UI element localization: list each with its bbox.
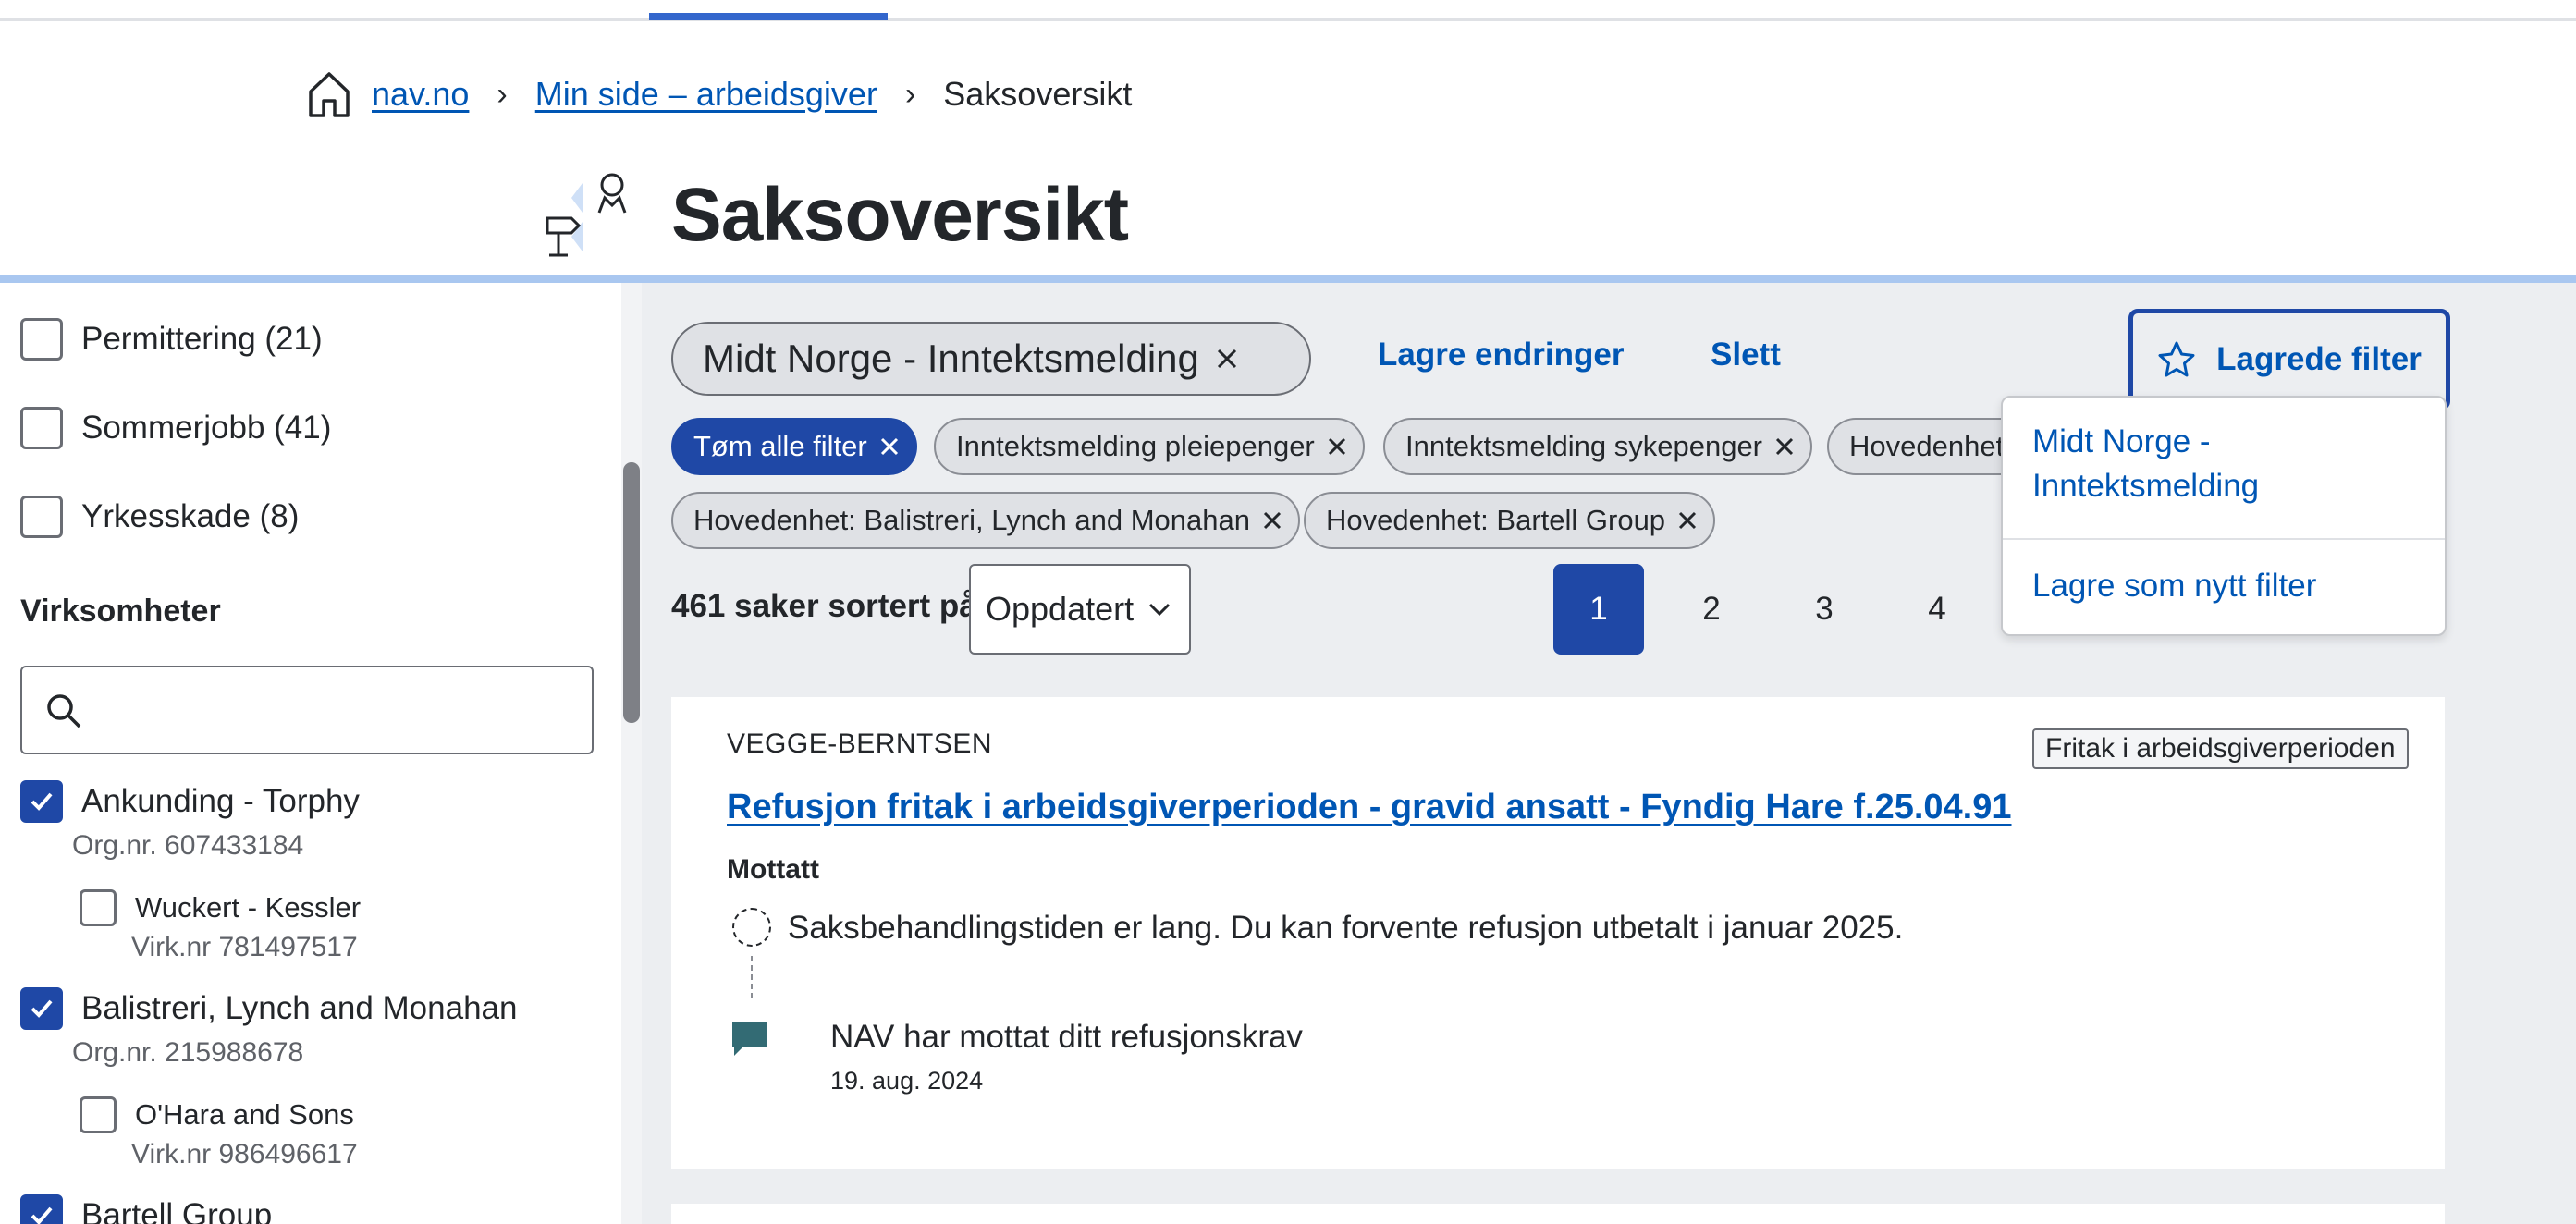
close-icon[interactable] bbox=[1676, 509, 1699, 532]
top-nav-active-indicator bbox=[649, 13, 888, 20]
virk-number: Virk.nr 986496617 bbox=[131, 1139, 358, 1169]
case-title-link[interactable]: Refusjon fritak i arbeidsgiverperioden -… bbox=[727, 788, 2012, 827]
org-number: Org.nr. 607433184 bbox=[72, 830, 304, 861]
org-name: Ankunding - Torphy bbox=[81, 783, 360, 819]
org-number: Org.nr. 215988678 bbox=[72, 1037, 304, 1068]
checkbox-label: Permittering (21) bbox=[81, 321, 323, 357]
delete-button[interactable]: Slett bbox=[1711, 337, 1781, 373]
page-button-3[interactable]: 3 bbox=[1779, 564, 1870, 655]
checkbox[interactable] bbox=[20, 318, 63, 361]
checkbox[interactable] bbox=[80, 889, 117, 926]
sidebar-scrollbar[interactable] bbox=[621, 283, 642, 1224]
org-name: Wuckert - Kessler bbox=[135, 891, 362, 924]
page-button-4[interactable]: 4 bbox=[1892, 564, 1982, 655]
breadcrumb-current: Saksoversikt bbox=[943, 75, 1133, 113]
breadcrumb-link-nav[interactable]: nav.no bbox=[372, 75, 469, 114]
org-filter-balistreri[interactable]: Balistreri, Lynch and Monahan bbox=[20, 987, 517, 1030]
section-title-virksomheter: Virksomheter bbox=[20, 594, 221, 629]
checkbox-checked[interactable] bbox=[20, 1194, 63, 1224]
close-icon[interactable] bbox=[1214, 337, 1240, 381]
filter-chip-bartell[interactable]: Hovedenhet: Bartell Group bbox=[1304, 492, 1716, 549]
org-filter-bartell[interactable]: Bartell Group bbox=[20, 1194, 272, 1224]
org-filter-ankunding[interactable]: Ankunding - Torphy bbox=[20, 780, 360, 823]
org-name: Bartell Group bbox=[81, 1197, 273, 1224]
checkbox[interactable] bbox=[20, 407, 63, 449]
clear-all-filters-chip[interactable]: Tøm alle filter bbox=[671, 418, 917, 475]
checkbox[interactable] bbox=[20, 496, 63, 538]
dropdown-divider bbox=[2003, 538, 2445, 540]
filter-sidebar: Permittering (21) Sommerjobb (41) Yrkess… bbox=[0, 283, 642, 1224]
close-icon[interactable] bbox=[878, 435, 901, 458]
filter-chip-hovedenhet[interactable]: Hovedenhet bbox=[1827, 418, 2012, 475]
card-org-name: VEGGE-BERNTSEN bbox=[727, 728, 993, 759]
chip-label: Inntektsmelding pleiepenger bbox=[956, 430, 1315, 462]
close-icon[interactable] bbox=[1261, 509, 1283, 532]
star-icon bbox=[2157, 340, 2196, 379]
save-changes-button[interactable]: Lagre endringer bbox=[1378, 337, 1624, 373]
breadcrumb: nav.no › Min side – arbeidsgiver › Sakso… bbox=[307, 67, 1132, 122]
sort-select[interactable]: Oppdatert bbox=[969, 564, 1191, 655]
checkbox-checked[interactable] bbox=[20, 780, 63, 823]
check-icon bbox=[31, 1206, 53, 1224]
case-card-next bbox=[671, 1204, 2445, 1224]
breadcrumb-separator: › bbox=[497, 76, 508, 112]
chevron-down-icon bbox=[1147, 600, 1172, 618]
result-count: 461 saker sortert på bbox=[671, 588, 977, 624]
top-nav-line bbox=[0, 18, 2576, 21]
search-icon bbox=[44, 692, 83, 735]
saved-filters-dropdown: Midt Norge - Inntektsmelding Lagre som n… bbox=[2001, 396, 2447, 636]
signpost-person-icon bbox=[544, 170, 627, 263]
header-divider bbox=[0, 275, 2576, 283]
page-title: Saksoversikt bbox=[671, 173, 1129, 257]
org-search-input[interactable] bbox=[98, 682, 579, 740]
close-icon[interactable] bbox=[1773, 435, 1796, 458]
close-icon[interactable] bbox=[1326, 435, 1348, 458]
type-filter-permittering[interactable]: Permittering (21) bbox=[20, 318, 323, 361]
check-icon bbox=[31, 999, 53, 1018]
org-name: O'Hara and Sons bbox=[135, 1098, 354, 1131]
chip-label: Tøm alle filter bbox=[693, 430, 867, 462]
saved-filters-label: Lagrede filter bbox=[2216, 341, 2422, 377]
check-icon bbox=[31, 792, 53, 811]
sort-value: Oppdatert bbox=[986, 590, 1135, 628]
org-search-box[interactable] bbox=[20, 666, 594, 754]
chip-label: Hovedenhet: Balistreri, Lynch and Monaha… bbox=[693, 504, 1251, 536]
case-card: VEGGE-BERNTSEN Fritak i arbeidsgiverperi… bbox=[671, 697, 2445, 1169]
virk-number: Virk.nr 781497517 bbox=[131, 932, 358, 962]
org-filter-wuckert[interactable]: Wuckert - Kessler bbox=[80, 889, 361, 926]
case-type-tag: Fritak i arbeidsgiverperioden bbox=[2032, 728, 2409, 769]
case-status: Mottatt bbox=[727, 854, 819, 885]
checkbox-label: Yrkesskade (8) bbox=[81, 498, 300, 534]
timeline-item-date: 19. aug. 2024 bbox=[830, 1067, 984, 1095]
page-button-2[interactable]: 2 bbox=[1666, 564, 1757, 655]
filter-chip-sykepenger[interactable]: Inntektsmelding sykepenger bbox=[1383, 418, 1813, 475]
sidebar-scrollbar-thumb[interactable] bbox=[623, 462, 640, 723]
active-filter-label: Midt Norge - Inntektsmelding bbox=[703, 337, 1199, 380]
org-name: Balistreri, Lynch and Monahan bbox=[81, 990, 518, 1026]
page-button-1[interactable]: 1 bbox=[1553, 564, 1644, 655]
dropdown-item-saved-filter[interactable]: Midt Norge - Inntektsmelding bbox=[2032, 420, 2402, 508]
chip-label: Hovedenhet: Bartell Group bbox=[1326, 504, 1666, 536]
filter-chip-pleiepenger[interactable]: Inntektsmelding pleiepenger bbox=[934, 418, 1365, 475]
filter-chip-balistreri[interactable]: Hovedenhet: Balistreri, Lynch and Monaha… bbox=[671, 492, 1301, 549]
timeline-connector bbox=[751, 956, 753, 998]
home-icon[interactable] bbox=[307, 67, 353, 122]
chip-label: Hovedenhet bbox=[1849, 430, 2005, 462]
checkbox[interactable] bbox=[80, 1096, 117, 1133]
pending-dot-icon bbox=[732, 908, 771, 947]
breadcrumb-link-min-side[interactable]: Min side – arbeidsgiver bbox=[535, 75, 877, 114]
speech-bubble-icon bbox=[730, 1021, 769, 1062]
type-filter-sommerjobb[interactable]: Sommerjobb (41) bbox=[20, 407, 331, 449]
type-filter-yrkesskade[interactable]: Yrkesskade (8) bbox=[20, 496, 299, 538]
active-saved-filter[interactable]: Midt Norge - Inntektsmelding bbox=[671, 322, 1311, 396]
dropdown-item-save-new[interactable]: Lagre som nytt filter bbox=[2032, 564, 2316, 608]
checkbox-checked[interactable] bbox=[20, 987, 63, 1030]
timeline-item-text: NAV har mottat ditt refusjonskrav bbox=[830, 1019, 1303, 1055]
timeline-item-text: Saksbehandlingstiden er lang. Du kan for… bbox=[788, 910, 1904, 946]
breadcrumb-separator: › bbox=[904, 76, 916, 112]
checkbox-label: Sommerjobb (41) bbox=[81, 410, 332, 446]
chip-label: Inntektsmelding sykepenger bbox=[1405, 430, 1763, 462]
org-filter-ohara[interactable]: O'Hara and Sons bbox=[80, 1096, 354, 1133]
